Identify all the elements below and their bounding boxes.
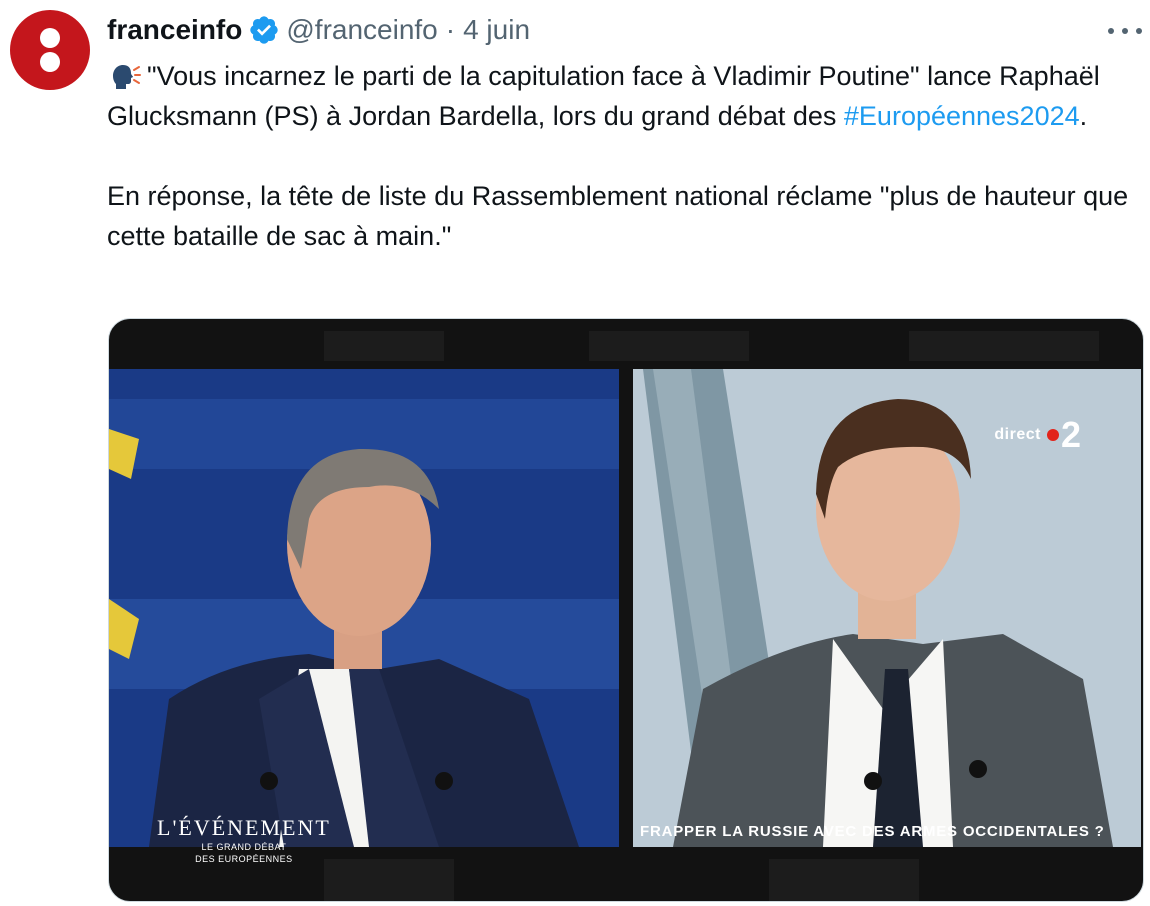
debate-caption: FRAPPER LA RUSSIE AVEC DES ARMES OCCIDEN… bbox=[640, 823, 1105, 840]
show-subtitle-1: LE GRAND DÉBAT bbox=[201, 842, 287, 852]
author-name[interactable]: franceinfo bbox=[107, 14, 242, 46]
tweet-paragraph-2: En réponse, la tête de liste du Rassembl… bbox=[107, 181, 1129, 251]
author-handle[interactable]: @franceinfo bbox=[286, 14, 437, 46]
video-media[interactable]: direct 2 FRAPPER LA RUSSIE AVEC DES ARME… bbox=[108, 318, 1144, 902]
channel-logo: direct 2 bbox=[994, 417, 1081, 453]
background-letter-shape bbox=[909, 331, 1099, 361]
tweet-line-1-end: . bbox=[1079, 101, 1088, 131]
more-dot bbox=[1136, 28, 1142, 34]
speaking-head-icon bbox=[113, 65, 141, 89]
background-letter-shape bbox=[589, 331, 749, 361]
left-speaker-illustration bbox=[109, 369, 619, 847]
show-logo: L'ÉVÉNEMENT LE GRAND DÉBAT DES EUROPÉENN… bbox=[157, 815, 331, 865]
tweet-paragraph-1: "Vous incarnez le parti de la capitulati… bbox=[107, 56, 1137, 136]
tweet-text: "Vous incarnez le parti de la capitulati… bbox=[107, 56, 1137, 256]
separator: · bbox=[445, 14, 456, 45]
more-dot bbox=[1122, 28, 1128, 34]
hashtag-link[interactable]: #Européennes2024 bbox=[844, 101, 1080, 131]
avatar[interactable] bbox=[10, 10, 90, 90]
background-letter-shape bbox=[324, 331, 444, 361]
tweet-date[interactable]: 4 juin bbox=[463, 14, 530, 46]
logo-dot-top bbox=[40, 28, 60, 48]
channel-number: 2 bbox=[1060, 414, 1081, 455]
video-panel-right: direct 2 bbox=[633, 369, 1141, 847]
show-subtitle-2: DES EUROPÉENNES bbox=[195, 854, 293, 864]
more-dot bbox=[1108, 28, 1114, 34]
video-panel-left bbox=[109, 369, 619, 847]
show-title: L'ÉVÉNEMENT bbox=[157, 815, 331, 840]
more-options-icon[interactable] bbox=[1108, 24, 1142, 38]
live-dot-icon bbox=[1046, 429, 1059, 441]
tweet-header: franceinfo @franceinfo · 4 juin bbox=[107, 12, 530, 48]
background-letter-shape bbox=[324, 859, 454, 901]
channel-label: direct bbox=[994, 426, 1041, 443]
background-letter-shape bbox=[769, 859, 919, 901]
verified-badge-icon bbox=[250, 16, 279, 44]
logo-dot-bottom bbox=[40, 52, 60, 72]
